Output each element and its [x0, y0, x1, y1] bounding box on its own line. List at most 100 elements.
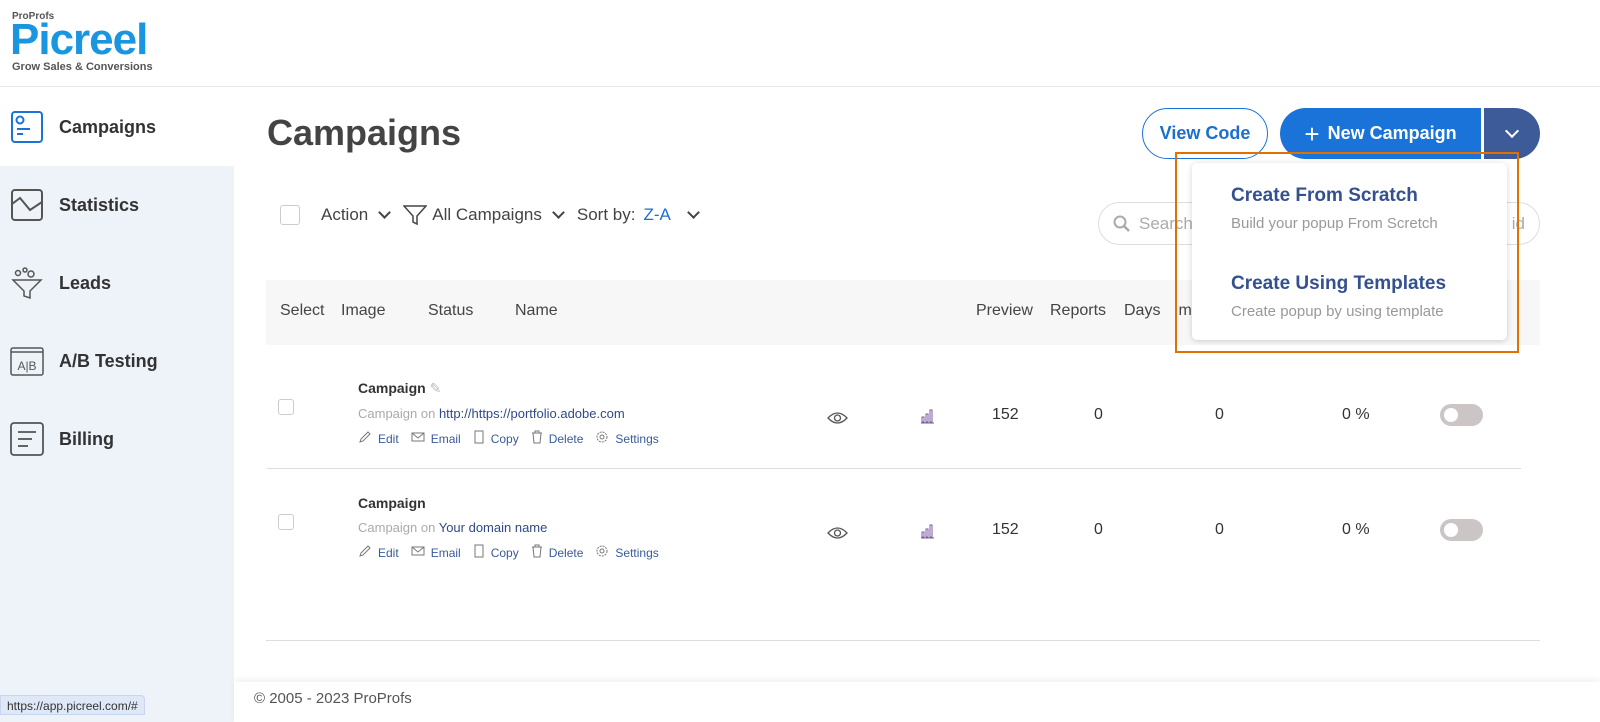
toolbar: Action All Campaigns Sort by: Z-A [280, 200, 712, 230]
action-label: Email [430, 545, 461, 560]
new-campaign-menu: Create From Scratch Build your popup Fro… [1192, 163, 1507, 340]
envelope-icon [411, 431, 425, 446]
trash-icon [531, 544, 543, 561]
campaign-domain: Campaign on Your domain name [358, 520, 548, 535]
campaign-url[interactable]: Your domain name [439, 520, 548, 535]
sidebar-item-label: A/B Testing [59, 350, 158, 371]
search-trailing-text: id [1511, 214, 1525, 233]
col-reports: Reports [1050, 302, 1107, 319]
col-impressions: Im [1174, 302, 1192, 319]
copy-icon [473, 544, 485, 561]
gear-icon [595, 430, 609, 447]
status-toggle[interactable] [1440, 519, 1483, 541]
sidebar-item-ab-testing[interactable]: A|B A/B Testing [0, 322, 234, 400]
sidebar-item-campaigns[interactable]: Campaigns [0, 88, 234, 166]
action-label: Settings [615, 545, 659, 560]
action-dropdown[interactable]: Action [321, 205, 368, 225]
campaign-url[interactable]: http://https://portfolio.adobe.com [439, 406, 625, 421]
col-preview: Preview [976, 302, 1033, 319]
campaign-domain: Campaign on http://https://portfolio.ado… [358, 406, 625, 421]
chart-icon [11, 189, 43, 221]
action-label: Edit [378, 545, 399, 560]
sidebar-item-leads[interactable]: Leads [0, 244, 234, 322]
menu-item-subtitle: Build your popup From Scretch [1231, 215, 1438, 232]
email-action[interactable]: Email [411, 545, 461, 560]
page-title: Campaigns [267, 112, 462, 153]
plus-icon: + [1304, 118, 1320, 149]
action-label: Settings [615, 431, 659, 446]
reports-bar-icon[interactable] [920, 523, 936, 539]
row-actions: Edit Email Copy Delete Settings [358, 544, 665, 561]
filter-dropdown[interactable]: All Campaigns [432, 205, 542, 225]
copy-action[interactable]: Copy [473, 544, 519, 561]
eye-icon[interactable] [827, 526, 848, 540]
sidebar-item-billing[interactable]: Billing [0, 400, 234, 478]
col-select: Select [280, 302, 325, 319]
chevron-down-icon[interactable] [378, 205, 392, 219]
search-icon [1113, 215, 1130, 232]
reports-count: 0 [1094, 406, 1103, 423]
reports-count: 0 [1094, 521, 1103, 538]
pencil-icon[interactable]: ✎ [430, 380, 442, 396]
edit-action[interactable]: Edit [358, 544, 399, 561]
footer: © 2005 - 2023 ProProfs [234, 682, 1600, 722]
col-name: Name [515, 302, 558, 319]
new-campaign-label: New Campaign [1327, 123, 1457, 143]
row-checkbox[interactable] [278, 399, 294, 415]
sort-dropdown[interactable]: Z-A [643, 205, 670, 225]
col-status: Status [428, 302, 474, 319]
table-bottom-divider [266, 640, 1540, 641]
delete-action[interactable]: Delete [531, 430, 584, 447]
edit-action[interactable]: Edit [358, 430, 399, 447]
sidebar-item-label: Leads [59, 272, 112, 293]
menu-item-create-from-scratch[interactable]: Create From Scratch Build your popup Fro… [1231, 185, 1438, 232]
campaign-name[interactable]: Campaign ✎ [358, 380, 665, 397]
settings-action[interactable]: Settings [595, 544, 659, 561]
campaign-info: Campaign ✎ Campaign on http://https://po… [358, 380, 665, 447]
menu-item-create-using-templates[interactable]: Create Using Templates Create popup by u… [1231, 273, 1446, 320]
chevron-down-icon [1504, 123, 1520, 139]
envelope-icon [411, 545, 425, 560]
copy-action[interactable]: Copy [473, 430, 519, 447]
sort-label: Sort by: [576, 205, 636, 224]
col-image: Image [341, 302, 386, 319]
row-divider [267, 468, 1521, 469]
row-checkbox[interactable] [278, 514, 294, 530]
view-code-button[interactable]: View Code [1142, 108, 1268, 159]
new-campaign-dropdown-button[interactable] [1484, 108, 1540, 159]
gear-icon [595, 544, 609, 561]
preview-count: 152 [992, 521, 1019, 538]
select-all-checkbox[interactable] [280, 205, 300, 225]
sidebar-item-label: Campaigns [59, 116, 157, 137]
ab-test-icon: A|B [10, 347, 44, 376]
email-action[interactable]: Email [411, 431, 461, 446]
conversion-rate: 0 % [1342, 406, 1370, 423]
chevron-down-icon[interactable] [551, 205, 565, 219]
action-label: Delete [548, 431, 584, 446]
header: ProProfs Picreel Grow Sales & Conversion… [0, 0, 1600, 87]
reports-bar-icon[interactable] [920, 408, 936, 424]
col-days: Days [1124, 302, 1161, 319]
action-label: Delete [548, 545, 584, 560]
chevron-down-icon[interactable] [686, 205, 700, 219]
settings-action[interactable]: Settings [595, 430, 659, 447]
funnel-icon [11, 267, 43, 300]
row-actions: Edit Email Copy Delete Settings [358, 430, 665, 447]
menu-item-title: Create From Scratch [1231, 185, 1418, 206]
new-campaign-button[interactable]: + New Campaign [1280, 108, 1481, 159]
campaign-name[interactable]: Campaign [358, 495, 665, 511]
logo[interactable]: Picreel [10, 18, 148, 62]
status-toggle[interactable] [1440, 404, 1483, 426]
delete-action[interactable]: Delete [531, 544, 584, 561]
sidebar-item-statistics[interactable]: Statistics [0, 166, 234, 244]
preview-count: 152 [992, 406, 1019, 423]
days-count: 0 [1215, 521, 1224, 538]
menu-item-title: Create Using Templates [1231, 273, 1447, 294]
trash-icon [531, 430, 543, 447]
billing-icon [10, 422, 44, 456]
campaign-info: Campaign Campaign on Your domain name Ed… [358, 495, 665, 561]
eye-icon[interactable] [827, 411, 848, 425]
action-label: Email [430, 431, 461, 446]
copyright: © 2005 - 2023 ProProfs [254, 690, 412, 707]
sidebar-item-label: Statistics [59, 194, 140, 215]
